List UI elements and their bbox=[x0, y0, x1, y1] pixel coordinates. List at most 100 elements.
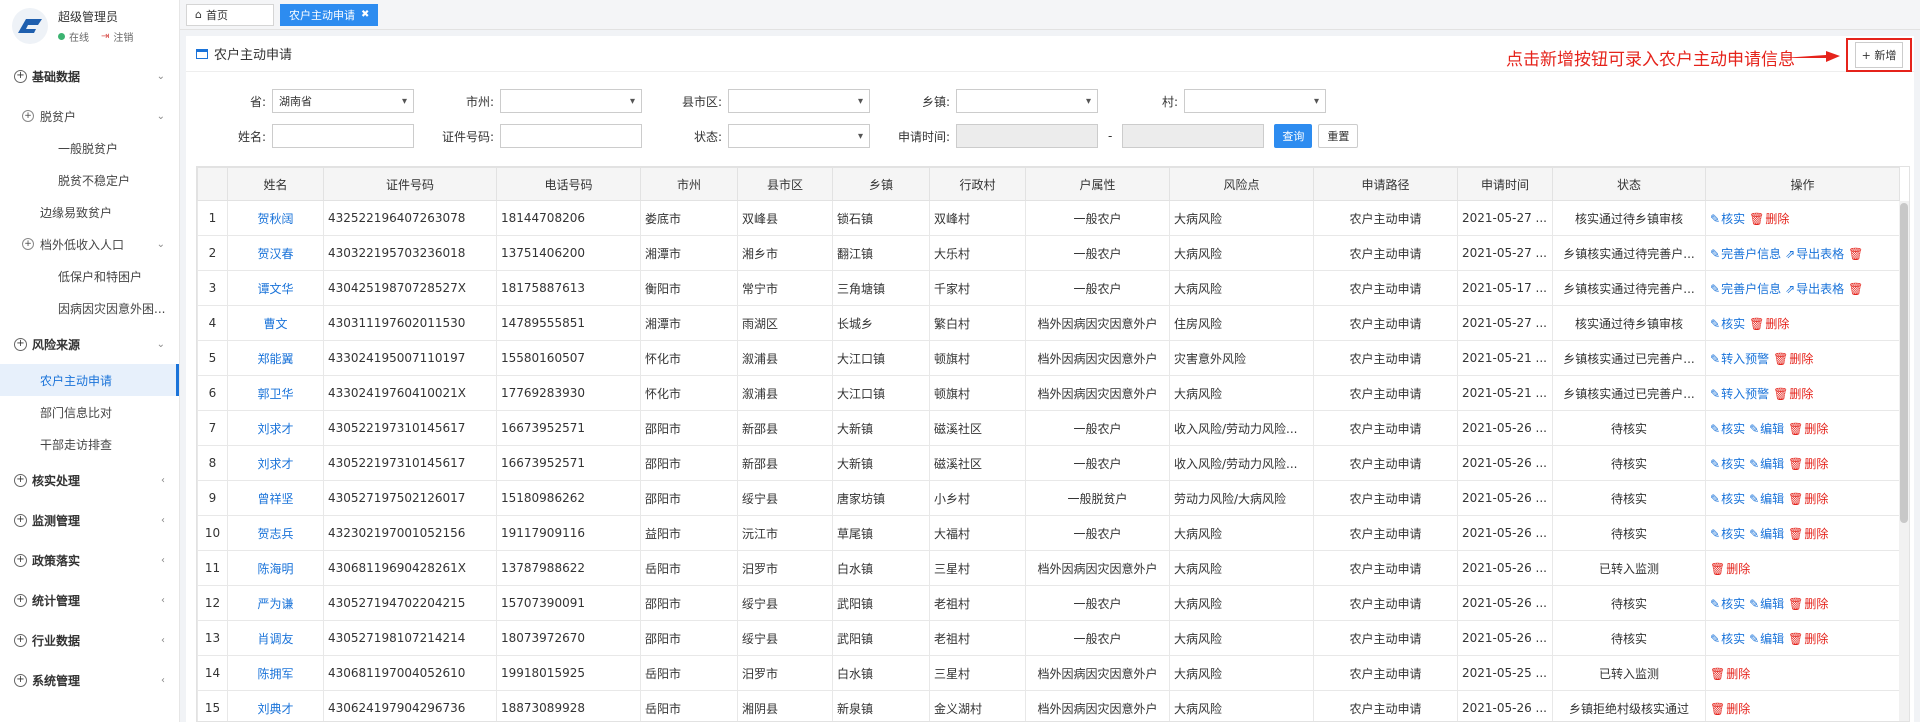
menu-general-poverty[interactable]: 一般脱贫户 bbox=[0, 132, 179, 164]
name-link[interactable]: 陈海明 bbox=[227, 550, 324, 586]
op-link[interactable]: 转入预警 bbox=[1721, 352, 1769, 366]
menu-policy[interactable]: + 政策落实 ‹ bbox=[0, 540, 179, 580]
op-link[interactable]: 删除 bbox=[1765, 212, 1789, 226]
share-icon[interactable]: ⇗ bbox=[1785, 247, 1795, 261]
table-row[interactable]: 8 刘求才 430522197310145617 16673952571 邵阳市 新邵县大… bbox=[197, 445, 1900, 481]
trash-icon[interactable]: 🗑 bbox=[1788, 527, 1803, 541]
id-input[interactable] bbox=[500, 124, 642, 148]
trash-icon[interactable]: 🗑 bbox=[1710, 667, 1725, 681]
op-link[interactable]: 编辑 bbox=[1760, 422, 1784, 436]
edit-icon[interactable]: ✎ bbox=[1749, 632, 1759, 646]
edit-icon[interactable]: ✎ bbox=[1710, 282, 1720, 296]
op-link[interactable]: 删除 bbox=[1804, 492, 1828, 506]
name-link[interactable]: 谭文华 bbox=[227, 270, 324, 306]
start-date-input[interactable] bbox=[956, 124, 1098, 148]
close-icon[interactable]: ✖ bbox=[361, 9, 369, 20]
trash-icon[interactable]: 🗑 bbox=[1848, 247, 1863, 261]
menu-farmer-apply[interactable]: 农户主动申请 bbox=[0, 364, 179, 396]
trash-icon[interactable]: 🗑 bbox=[1749, 212, 1764, 226]
table-row[interactable]: 14 陈拥军 430681197004052610 19918015925 岳阳市 汨罗市… bbox=[197, 655, 1900, 691]
reset-button[interactable]: 重置 bbox=[1318, 124, 1359, 148]
edit-icon[interactable]: ✎ bbox=[1710, 632, 1720, 646]
op-link[interactable]: 编辑 bbox=[1760, 597, 1784, 611]
menu-risk-source[interactable]: + 风险来源 ⌄ bbox=[0, 324, 179, 364]
edit-icon[interactable]: ✎ bbox=[1710, 317, 1720, 331]
trash-icon[interactable]: 🗑 bbox=[1749, 317, 1764, 331]
op-link[interactable]: 删除 bbox=[1726, 702, 1750, 716]
menu-dibao[interactable]: 低保户和特困户 bbox=[0, 260, 179, 292]
menu-verify[interactable]: + 核实处理 ‹ bbox=[0, 460, 179, 500]
op-link[interactable]: 删除 bbox=[1804, 457, 1828, 471]
menu-low-income[interactable]: + 档外低收入人口 ⌄ bbox=[0, 228, 179, 260]
op-link[interactable]: 核实 bbox=[1721, 632, 1745, 646]
table-row[interactable]: 12 严为谦 430527194702204215 15707390091 邵阳市 绥宁县… bbox=[197, 585, 1900, 621]
op-link[interactable]: 核实 bbox=[1721, 422, 1745, 436]
edit-icon[interactable]: ✎ bbox=[1749, 492, 1759, 506]
table-row[interactable]: 6 郭卫华 43302419760410021X 17769283930 怀化市 溆浦县大… bbox=[197, 375, 1900, 411]
table-row[interactable]: 4 曹文 430311197602011530 14789555851 湘潭市 雨湖区 长城… bbox=[197, 305, 1900, 341]
op-link[interactable]: 核实 bbox=[1721, 317, 1745, 331]
name-link[interactable]: 曹文 bbox=[227, 305, 324, 341]
op-link[interactable]: 核实 bbox=[1721, 457, 1745, 471]
edit-icon[interactable]: ✎ bbox=[1749, 527, 1759, 541]
share-icon[interactable]: ⇗ bbox=[1785, 282, 1795, 296]
menu-industry[interactable]: + 行业数据 ‹ bbox=[0, 620, 179, 660]
name-link[interactable]: 刘典才 bbox=[227, 690, 324, 721]
trash-icon[interactable]: 🗑 bbox=[1788, 492, 1803, 506]
op-link[interactable]: 删除 bbox=[1804, 422, 1828, 436]
table-row[interactable]: 10 贺志兵 432302197001052156 19117909116 益阳市 沅江市… bbox=[197, 515, 1900, 551]
trash-icon[interactable]: 🗑 bbox=[1788, 422, 1803, 436]
op-link[interactable]: 删除 bbox=[1804, 632, 1828, 646]
trash-icon[interactable]: 🗑 bbox=[1788, 457, 1803, 471]
menu-poverty[interactable]: + 脱贫户 ⌄ bbox=[0, 100, 179, 132]
add-button[interactable]: + 新增 bbox=[1854, 42, 1904, 68]
op-link[interactable]: 导出表格 bbox=[1796, 282, 1844, 296]
query-button[interactable]: 查询 bbox=[1274, 124, 1313, 148]
edit-icon[interactable]: ✎ bbox=[1710, 527, 1720, 541]
edit-icon[interactable]: ✎ bbox=[1710, 422, 1720, 436]
table-row[interactable]: 3 谭文华 43042519870728527X 18175887613 衡阳市 常宁市三… bbox=[197, 270, 1900, 306]
trash-icon[interactable]: 🗑 bbox=[1788, 597, 1803, 611]
table-row[interactable]: 2 贺汉春 430322195703236018 13751406200 湘潭市 湘乡市翻… bbox=[197, 235, 1900, 271]
op-link[interactable]: 转入预警 bbox=[1721, 387, 1769, 401]
city-select[interactable] bbox=[500, 89, 642, 113]
op-link[interactable]: 编辑 bbox=[1760, 492, 1784, 506]
table-row[interactable]: 9 曾祥坚 430527197502126017 15180986262 邵阳市 绥宁县唐… bbox=[197, 480, 1900, 516]
province-select[interactable]: 湖南省 bbox=[272, 89, 414, 113]
trash-icon[interactable]: 🗑 bbox=[1788, 632, 1803, 646]
name-link[interactable]: 贺秋阔 bbox=[227, 200, 324, 236]
logout-link[interactable]: 注销 bbox=[113, 29, 133, 44]
name-input[interactable] bbox=[272, 124, 414, 148]
table-row[interactable]: 11 陈海明 43068119690428261X 13787988622 岳阳市 汨罗市… bbox=[197, 550, 1900, 586]
table-row[interactable]: 15 刘典才 430624197904296736 18873089928 岳阳市 湘阴县… bbox=[197, 690, 1900, 721]
name-link[interactable]: 郭卫华 bbox=[227, 375, 324, 411]
op-link[interactable]: 导出表格 bbox=[1796, 247, 1844, 261]
edit-icon[interactable]: ✎ bbox=[1710, 352, 1720, 366]
name-link[interactable]: 贺志兵 bbox=[227, 515, 324, 551]
menu-monitor[interactable]: + 监测管理 ‹ bbox=[0, 500, 179, 540]
op-link[interactable]: 删除 bbox=[1726, 667, 1750, 681]
village-select[interactable] bbox=[1184, 89, 1326, 113]
edit-icon[interactable]: ✎ bbox=[1710, 597, 1720, 611]
table-row[interactable]: 13 肖调友 430527198107214214 18073972670 邵阳市 绥宁县… bbox=[197, 620, 1900, 656]
name-link[interactable]: 陈拥军 bbox=[227, 655, 324, 691]
table-row[interactable]: 7 刘求才 430522197310145617 16673952571 邵阳市 新邵县大… bbox=[197, 410, 1900, 446]
name-link[interactable]: 贺汉春 bbox=[227, 235, 324, 271]
scrollbar-thumb[interactable] bbox=[1900, 203, 1908, 523]
town-select[interactable] bbox=[956, 89, 1098, 113]
menu-stats[interactable]: + 统计管理 ‹ bbox=[0, 580, 179, 620]
menu-unstable-poverty[interactable]: 脱贫不稳定户 bbox=[0, 164, 179, 196]
op-link[interactable]: 核实 bbox=[1721, 212, 1745, 226]
edit-icon[interactable]: ✎ bbox=[1749, 457, 1759, 471]
table-row[interactable]: 1 贺秋阔 432522196407263078 18144708206 娄底市 双峰县锁… bbox=[197, 200, 1900, 236]
edit-icon[interactable]: ✎ bbox=[1710, 247, 1720, 261]
op-link[interactable]: 删除 bbox=[1804, 527, 1828, 541]
name-link[interactable]: 严为谦 bbox=[227, 585, 324, 621]
edit-icon[interactable]: ✎ bbox=[1710, 457, 1720, 471]
menu-edge-household[interactable]: 边缘易致贫户 bbox=[0, 196, 179, 228]
name-link[interactable]: 郑能翼 bbox=[227, 340, 324, 376]
op-link[interactable]: 完善户信息 bbox=[1721, 282, 1781, 296]
table-row[interactable]: 5 郑能翼 433024195007110197 15580160507 怀化市 溆浦县大… bbox=[197, 340, 1900, 376]
name-link[interactable]: 曾祥坚 bbox=[227, 480, 324, 516]
tab-farmer-apply[interactable]: 农户主动申请 ✖ bbox=[280, 3, 379, 26]
